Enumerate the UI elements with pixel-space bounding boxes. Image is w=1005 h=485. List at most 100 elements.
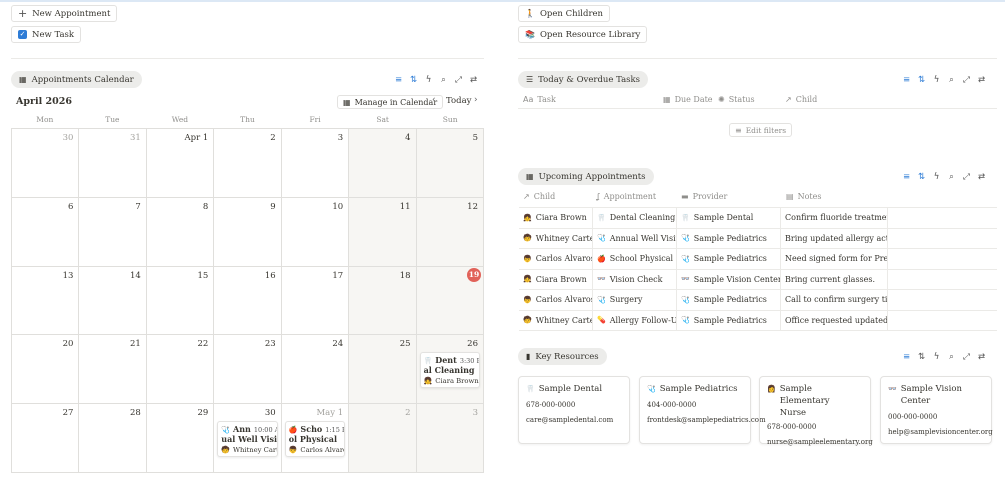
sort-icon[interactable]: ⇅ [914,172,929,182]
edit-filters-button[interactable]: ≡ Edit filters [729,123,793,137]
calendar-day-cell[interactable]: 20 [12,335,80,405]
table-row[interactable]: 👦 Carlos Alvaros 🩺 Surgery 🩺 Sample Pediatr… [519,290,997,311]
calendar-day-cell[interactable]: 25 [349,335,417,405]
calendar-day-cell[interactable]: May 1 🍎Scho1:15 PM ol Physical 👦Carlos A… [281,404,350,473]
calendar-day-cell[interactable]: 7 [79,197,147,267]
calendar-event-card[interactable]: 🍎Scho1:15 PM ol Physical 👦Carlos Alvaros [284,421,346,458]
resources-view-tab[interactable]: ▮ Key Resources [518,348,607,365]
column-header-notes[interactable]: ▤ Notes [786,192,821,201]
calendar-day-cell[interactable]: 12 [416,197,484,267]
more-options-icon[interactable]: ⇄ [974,75,989,85]
manage-in-calendar-button[interactable]: ▦ Manage in Calendar [337,95,444,109]
calendar-day-cell[interactable]: 11 [349,197,417,267]
tasks-view-tab[interactable]: ☰ Today & Overdue Tasks [518,71,649,88]
resource-card[interactable]: 👓 Sample Vision Center 000-000-0000 help@… [880,376,993,444]
calendar-day-cell[interactable]: 13 [12,266,80,336]
calendar-day-cell[interactable]: 24 [281,335,350,405]
column-header-task[interactable]: Aa Task [523,95,556,104]
more-options-icon[interactable]: ⇄ [974,172,989,182]
day-number: 11 [399,201,411,212]
calendar-event-card[interactable]: 🦷Dent3:30 PM al Cleaning 👧Ciara Brown [419,352,480,389]
search-icon[interactable]: ⌕ [944,172,959,182]
filter-icon[interactable]: ≡ [899,172,914,182]
search-icon[interactable]: ⌕ [944,75,959,85]
day-number: 16 [264,270,276,281]
cell-text: Ciara Brown [535,213,587,223]
calendar-day-cell[interactable]: 23 [214,335,282,405]
calendar-day-cell[interactable]: 2 [349,404,417,473]
calendar-day-cell[interactable]: 30 [12,129,80,198]
column-header-status[interactable]: ✺ Status [718,95,755,104]
new-appointment-button[interactable]: + New Appointment [11,5,118,22]
new-task-button[interactable]: ✓ New Task [11,26,82,43]
open-children-button[interactable]: 🚶 Open Children [518,5,611,22]
calendar-day-cell[interactable]: 10 [281,197,350,267]
calendar-day-cell-today[interactable]: 19 [416,266,484,336]
today-button[interactable]: Today [446,96,471,106]
calendar-day-cell[interactable]: 2 [214,129,282,198]
calendar-event-card[interactable]: 🩺Ann10:00 AM ual Well Visit 🧒Whitney Car… [217,421,278,458]
resource-card[interactable]: 🩺 Sample Pediatrics 404-000-0000 frontdes… [639,376,766,444]
resource-card[interactable]: 👩 Sample Elementary Nurse 678-000-0000 nur… [759,376,873,446]
calendar-day-cell[interactable]: 15 [146,266,215,336]
upcoming-view-tab[interactable]: ▦ Upcoming Appointments [518,168,654,185]
column-header-appointment[interactable]: ʆ Appointment [597,192,656,201]
lightning-icon[interactable]: ϟ [929,172,944,182]
stethoscope-icon: 🩺 [597,234,606,243]
table-row[interactable]: 👧 Ciara Brown 👓 Vision Check 👓 Sample Visio… [519,269,997,290]
day-number: 2 [405,408,411,419]
column-header-child[interactable]: ↗ Child [523,192,555,201]
calendar-day-cell[interactable]: 3 [281,129,350,198]
open-resource-library-label: Open Resource Library [539,29,641,40]
calendar-day-cell[interactable]: Apr 1 [146,129,215,198]
open-resource-library-button[interactable]: 📚 Open Resource Library [518,26,648,43]
calendar-day-cell[interactable]: 29 [146,404,215,473]
calendar-day-cell[interactable]: 14 [79,266,147,336]
sort-icon[interactable]: ⇅ [914,352,929,362]
calendar-day-cell[interactable]: 21 [79,335,147,405]
lightning-icon[interactable]: ϟ [929,75,944,85]
filter-icon[interactable]: ≡ [391,75,406,85]
table-row[interactable]: 👦 Carlos Alvaros 🍎 School Physical 🩺 Sample… [519,249,997,270]
calendar-day-cell[interactable]: 4 [349,129,417,198]
calendar-day-cell[interactable]: 6 [12,197,80,267]
column-header-child[interactable]: ↗ Child [785,95,817,104]
calendar-day-cell[interactable]: 27 [12,404,80,473]
calendar-day-cell[interactable]: 28 [79,404,147,473]
calendar-day-cell[interactable]: 22 [146,335,215,405]
sort-icon[interactable]: ⇅ [914,75,929,85]
calendar-day-cell[interactable]: 17 [281,266,350,336]
calendar-day-cell[interactable]: 16 [214,266,282,336]
resource-card[interactable]: 🦷 Sample Dental 678-000-0000 care@sampled… [518,376,630,444]
expand-icon[interactable]: ⤢ [959,75,974,85]
table-row[interactable]: 👧 Ciara Brown 🦷 Dental Cleaning 🦷 Sample De… [519,208,997,229]
column-header-provider[interactable]: ▬ Provider [681,192,727,201]
search-icon[interactable]: ⌕ [436,75,451,85]
table-row[interactable]: 🧒 Whitney Carter 💊 Allergy Follow-Up 🩺 Samp… [519,310,997,331]
calendar-day-cell[interactable]: 31 [79,129,147,198]
sort-icon[interactable]: ⇅ [406,75,421,85]
expand-icon[interactable]: ⤢ [451,75,466,85]
calendar-day-cell[interactable]: 3 [416,404,484,473]
next-month-button[interactable]: › [474,95,478,105]
filter-icon[interactable]: ≡ [899,352,914,362]
calendar-day-cell[interactable]: 26 🦷Dent3:30 PM al Cleaning 👧Ciara Brown [416,335,484,405]
more-options-icon[interactable]: ⇄ [974,352,989,362]
calendar-day-cell[interactable]: 9 [214,197,282,267]
calendar-view-tab[interactable]: ▦ Appointments Calendar [11,71,142,88]
upcoming-title: Upcoming Appointments [538,171,646,182]
calendar-day-cell[interactable]: 18 [349,266,417,336]
calendar-day-cell[interactable]: 8 [146,197,215,267]
calendar-day-cell[interactable]: 5 [416,129,484,198]
search-icon[interactable]: ⌕ [944,352,959,362]
expand-icon[interactable]: ⤢ [959,352,974,362]
calendar-day-cell[interactable]: 30 🩺Ann10:00 AM ual Well Visit 🧒Whitney … [214,404,282,473]
lightning-icon[interactable]: ϟ [421,75,436,85]
more-options-icon[interactable]: ⇄ [466,75,481,85]
table-row[interactable]: 🧒 Whitney Carter 🩺 Annual Well Visit 🩺 Samp… [519,228,997,249]
column-header-due-date[interactable]: ▦ Due Date [663,95,713,104]
expand-icon[interactable]: ⤢ [959,172,974,182]
prev-month-button[interactable]: ‹ [432,95,436,105]
lightning-icon[interactable]: ϟ [929,352,944,362]
filter-icon[interactable]: ≡ [899,75,914,85]
